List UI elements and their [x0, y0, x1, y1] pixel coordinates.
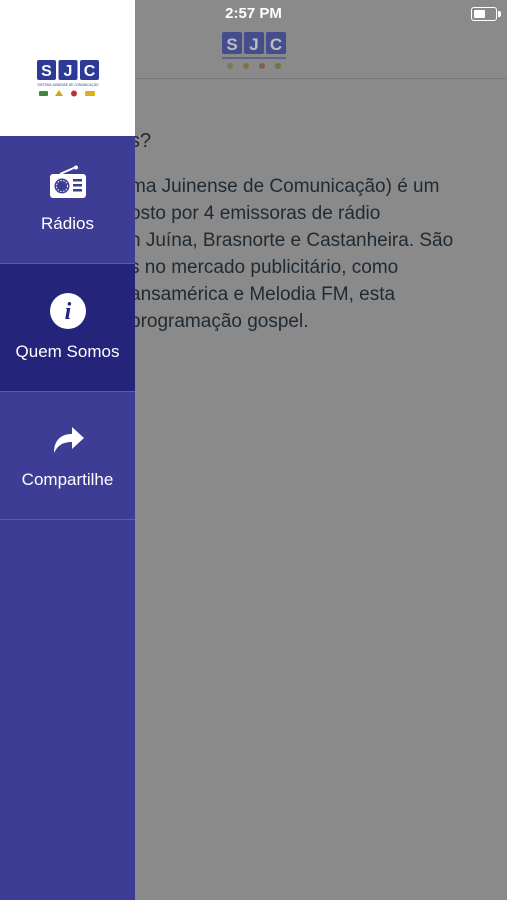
content-line: programação gospel.	[130, 311, 309, 332]
info-icon: i	[47, 292, 89, 330]
menu-item-label: Quem Somos	[15, 342, 120, 361]
menu-logo-area: S J C SISTEMA JUINENSE DE COMUNICAÇÃO	[0, 0, 135, 136]
content-heading: s?	[130, 130, 152, 152]
content-line: ma Juinense de Comunicação) é um	[130, 176, 440, 197]
content-line: s no mercado publicitário, como	[130, 257, 399, 278]
svg-text:SISTEMA JUINENSE DE COMUNICAÇÃ: SISTEMA JUINENSE DE COMUNICAÇÃO	[38, 82, 99, 87]
menu-item-compartilhe[interactable]: Compartilhe	[0, 392, 135, 520]
content-body: ma Juinense de Comunicação) é um osto po…	[130, 173, 500, 335]
menu-item-radios[interactable]: Rádios	[0, 136, 135, 264]
share-icon	[47, 420, 89, 458]
side-menu: S J C SISTEMA JUINENSE DE COMUNICAÇÃO Rá…	[0, 0, 135, 900]
svg-text:C: C	[270, 35, 282, 54]
svg-text:J: J	[249, 35, 258, 54]
svg-text:i: i	[65, 299, 72, 325]
header-logo: S J C	[222, 32, 286, 69]
content-line: ansamérica e Melodia FM, esta	[130, 284, 396, 305]
svg-text:J: J	[64, 63, 73, 80]
battery-icon	[471, 7, 501, 21]
radio-icon	[47, 164, 89, 202]
menu-item-quem-somos[interactable]: i Quem Somos	[0, 264, 135, 392]
svg-text:C: C	[84, 63, 96, 80]
content-line: osto por 4 emissoras de rádio	[130, 203, 381, 224]
menu-item-label: Rádios	[41, 214, 94, 233]
svg-text:S: S	[226, 35, 237, 54]
content-line: n Juína, Brasnorte e Castanheira. São	[130, 230, 454, 251]
menu-item-label: Compartilhe	[21, 470, 114, 489]
about-content: s? ma Juinense de Comunicação) é um osto…	[130, 128, 500, 335]
sjc-logo: S J C SISTEMA JUINENSE DE COMUNICAÇÃO	[37, 60, 99, 97]
svg-text:S: S	[41, 63, 52, 80]
